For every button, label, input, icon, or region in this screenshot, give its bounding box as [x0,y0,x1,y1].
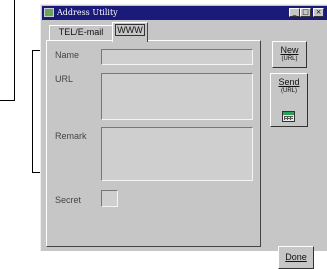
www-tab-panel: Name URL Remark Secret [46,40,261,247]
new-url-button[interactable]: New (URL) [272,41,307,68]
url-label: URL [55,74,74,84]
app-icon[interactable] [44,8,54,17]
done-button[interactable]: Done [278,246,314,269]
send-button-label: Send [278,77,300,87]
address-utility-window: Address Utility _ □ × TEL/E-mail WWW Nam… [40,4,327,269]
minimize-button[interactable]: _ [289,8,300,17]
callout-line [14,0,15,100]
done-button-label: Done [285,252,307,262]
tab-www[interactable]: WWW [112,22,148,42]
tab-www-label: WWW [115,24,145,36]
new-button-label: New [280,45,299,55]
name-label: Name [55,50,80,60]
name-field[interactable] [101,49,253,65]
callout-line [0,100,15,101]
url-field[interactable] [101,73,253,120]
callout-bracket [32,50,33,172]
close-button[interactable]: × [313,8,324,17]
window-title: Address Utility [57,8,118,17]
secret-label: Secret [55,195,82,205]
secret-checkbox[interactable] [101,190,118,207]
remark-field[interactable] [101,127,253,181]
table-icon [282,111,295,122]
title-bar[interactable]: Address Utility _ □ × [42,6,327,20]
send-button-sublabel: (URL) [281,88,297,94]
tab-tel-email[interactable]: TEL/E-mail [49,25,113,40]
maximize-button[interactable]: □ [300,8,311,17]
tab-tel-email-label: TEL/E-mail [58,27,104,37]
remark-label: Remark [55,131,87,141]
new-button-sublabel: (URL) [281,56,298,62]
send-url-button[interactable]: Send (URL) [270,73,308,127]
